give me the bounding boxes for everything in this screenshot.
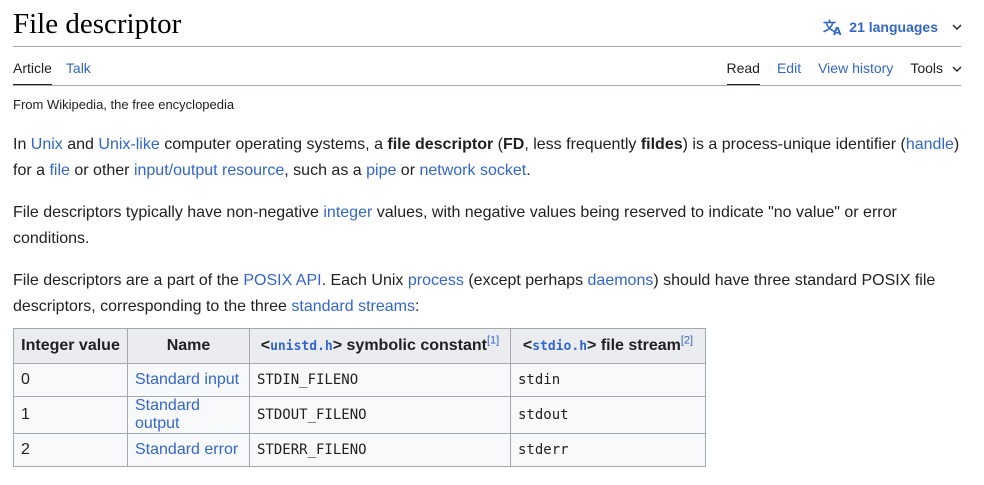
cell-stream: stdout bbox=[510, 396, 706, 434]
header-text: file stream bbox=[596, 337, 681, 354]
link-standard-streams[interactable]: standard streams bbox=[291, 298, 415, 315]
languages-label: 21 languages bbox=[849, 19, 938, 35]
cell-name: Standard error bbox=[127, 433, 250, 467]
site-tagline: From Wikipedia, the free encyclopedia bbox=[13, 97, 235, 112]
namespace-tabs: Article Talk bbox=[13, 60, 91, 86]
text: ( bbox=[493, 136, 503, 153]
header-text: symbolic constant bbox=[342, 337, 487, 354]
text: computer operating systems, a bbox=[159, 136, 388, 153]
angle-bracket: > bbox=[332, 337, 343, 354]
title-divider bbox=[13, 46, 961, 47]
tabs-divider bbox=[13, 85, 961, 86]
text: . bbox=[526, 162, 531, 179]
cell-constant: STDERR_FILENO bbox=[249, 433, 511, 467]
text: or other bbox=[69, 162, 134, 179]
text: File descriptors are a part of the bbox=[13, 272, 244, 289]
tools-menu[interactable]: Tools bbox=[910, 60, 962, 85]
tab-article[interactable]: Article bbox=[13, 60, 52, 86]
citation-1[interactable]: [1] bbox=[487, 335, 499, 347]
chevron-down-icon bbox=[952, 60, 962, 76]
table-row: 1 Standard output STDOUT_FILENO stdout bbox=[13, 396, 706, 434]
link-unix-like[interactable]: Unix-like bbox=[98, 136, 159, 153]
tab-edit[interactable]: Edit bbox=[777, 60, 801, 85]
table-row: 2 Standard error STDERR_FILENO stderr bbox=[13, 433, 706, 467]
cell-integer-value: 1 bbox=[13, 396, 128, 434]
bold-term: FD bbox=[503, 136, 525, 153]
link-integer[interactable]: integer bbox=[323, 204, 372, 221]
standard-streams-table: Integer value Name <unistd.h> symbolic c… bbox=[13, 328, 706, 467]
link-standard-output[interactable]: Standard output bbox=[135, 397, 200, 432]
angle-bracket: < bbox=[260, 337, 271, 354]
link-standard-error[interactable]: Standard error bbox=[135, 441, 238, 458]
header-symbolic-constant: <unistd.h> symbolic constant[1] bbox=[249, 328, 511, 364]
text: : bbox=[414, 298, 420, 315]
bold-term: fildes bbox=[640, 136, 683, 153]
table-header-row: Integer value Name <unistd.h> symbolic c… bbox=[13, 328, 706, 364]
text: File descriptors typically have non-nega… bbox=[13, 204, 324, 221]
text: , less frequently bbox=[524, 136, 641, 153]
svg-text:A: A bbox=[833, 25, 842, 36]
cell-stream: stderr bbox=[510, 433, 706, 467]
text: (except perhaps bbox=[463, 272, 588, 289]
translate-icon: 文 A bbox=[823, 18, 843, 36]
page-title: File descriptor bbox=[13, 8, 182, 40]
values-paragraph: File descriptors typically have non-nega… bbox=[13, 200, 968, 252]
header-name: Name bbox=[127, 328, 250, 364]
posix-paragraph: File descriptors are a part of the POSIX… bbox=[13, 268, 968, 320]
link-stdio-h[interactable]: stdio.h bbox=[532, 339, 587, 354]
link-io-resource[interactable]: input/output resource bbox=[134, 162, 284, 179]
header-file-stream: <stdio.h> file stream[2] bbox=[510, 328, 706, 364]
link-handle[interactable]: handle bbox=[906, 136, 954, 153]
cell-constant: STDOUT_FILENO bbox=[249, 396, 511, 434]
text: ) is a process-unique identifier ( bbox=[682, 136, 906, 153]
link-pipe[interactable]: pipe bbox=[366, 162, 396, 179]
link-file[interactable]: file bbox=[49, 162, 69, 179]
header-integer-value: Integer value bbox=[13, 328, 128, 364]
tab-read[interactable]: Read bbox=[726, 60, 761, 86]
citation-2[interactable]: [2] bbox=[681, 335, 693, 347]
cell-stream: stdin bbox=[510, 363, 706, 397]
intro-paragraph: In Unix and Unix-like computer operating… bbox=[13, 132, 968, 184]
table-row: 0 Standard input STDIN_FILENO stdin bbox=[13, 363, 706, 397]
link-process[interactable]: process bbox=[408, 272, 464, 289]
cell-name: Standard output bbox=[127, 396, 250, 434]
text: and bbox=[62, 136, 99, 153]
angle-bracket: < bbox=[522, 337, 533, 354]
text: . Each Unix bbox=[321, 272, 408, 289]
tab-talk[interactable]: Talk bbox=[66, 60, 91, 85]
angle-bracket: > bbox=[587, 337, 597, 354]
link-network-socket[interactable]: network socket bbox=[419, 162, 526, 179]
languages-button[interactable]: 文 A 21 languages bbox=[823, 18, 962, 36]
link-unix[interactable]: Unix bbox=[31, 136, 63, 153]
link-unistd-h[interactable]: unistd.h bbox=[270, 339, 333, 354]
cell-integer-value: 0 bbox=[13, 363, 128, 397]
tools-label: Tools bbox=[910, 60, 943, 76]
bold-term: file descriptor bbox=[387, 136, 494, 153]
link-daemons[interactable]: daemons bbox=[588, 272, 654, 289]
cell-integer-value: 2 bbox=[13, 433, 128, 467]
tab-view-history[interactable]: View history bbox=[818, 60, 893, 85]
view-tabs: Read Edit View history Tools bbox=[726, 60, 963, 86]
link-standard-input[interactable]: Standard input bbox=[135, 371, 239, 388]
text: or bbox=[396, 162, 420, 179]
text: , such as a bbox=[284, 162, 367, 179]
link-posix-api[interactable]: POSIX API bbox=[243, 272, 321, 289]
text: In bbox=[13, 136, 31, 153]
cell-name: Standard input bbox=[127, 363, 250, 397]
chevron-down-icon bbox=[952, 23, 962, 31]
cell-constant: STDIN_FILENO bbox=[249, 363, 511, 397]
